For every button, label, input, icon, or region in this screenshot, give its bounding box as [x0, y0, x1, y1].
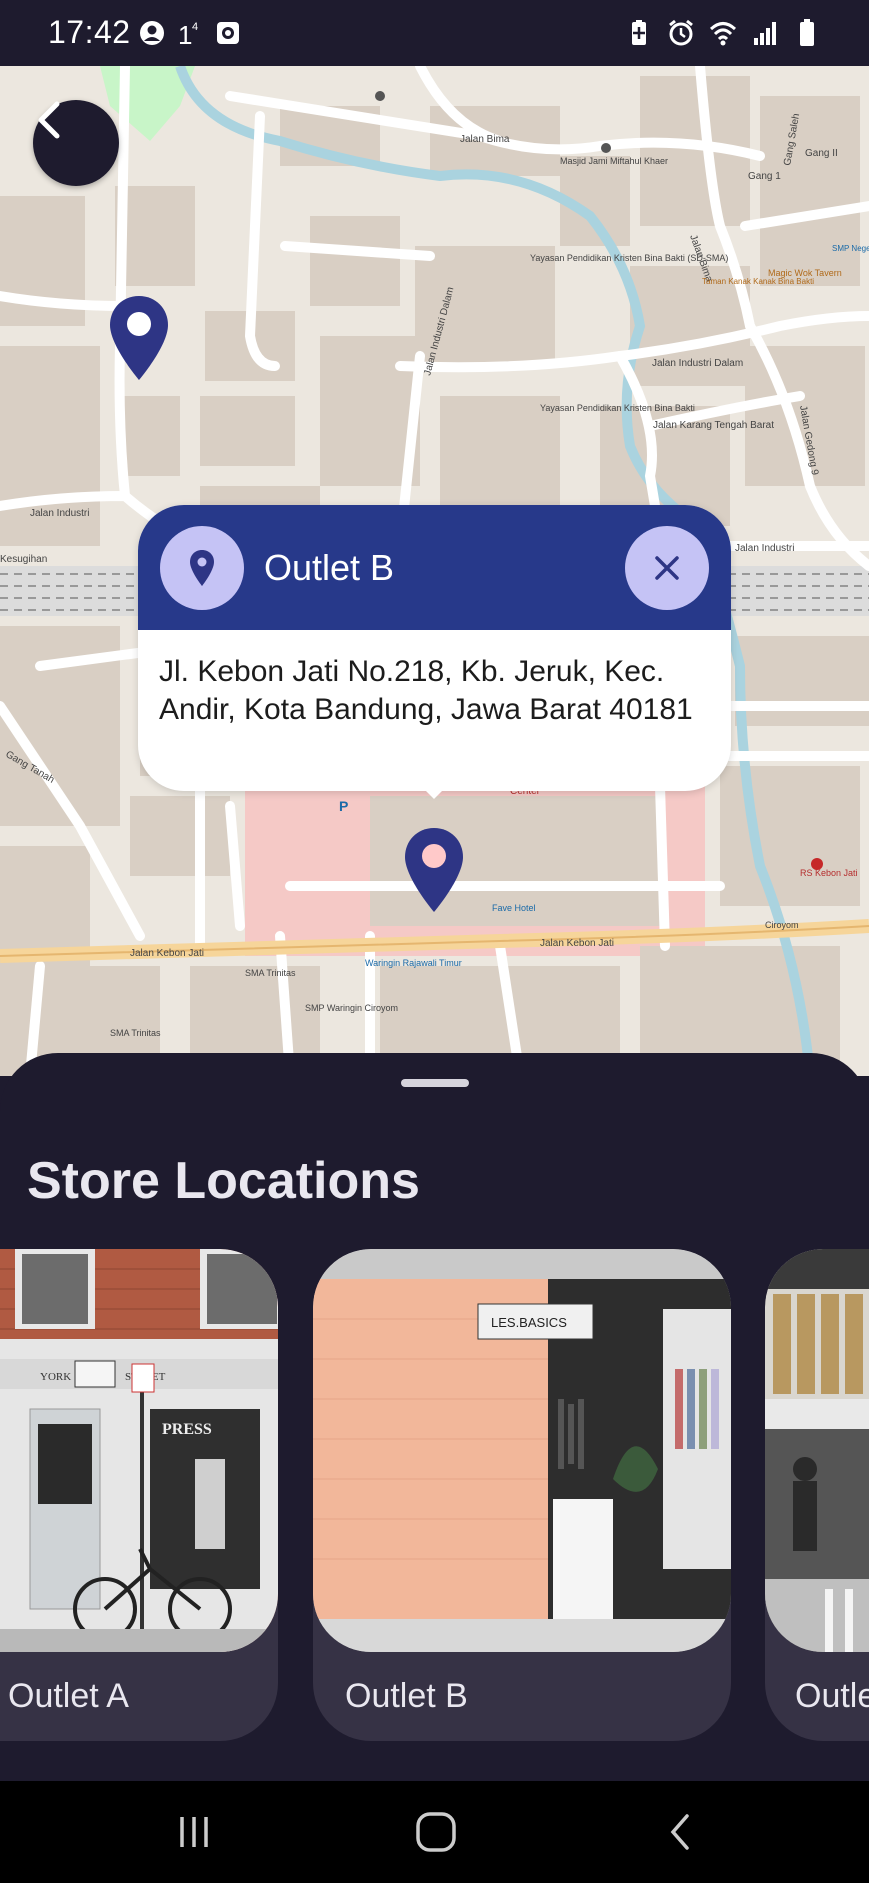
popup-title: Outlet B [264, 547, 395, 588]
map-label: Jalan Bima [460, 134, 510, 145]
map-label: SMA Trinitas [245, 968, 296, 978]
sheet-drag-handle[interactable] [401, 1079, 469, 1087]
store-photo-outlet-b: LES.BASICS [313, 1249, 731, 1652]
system-nav-bar [0, 1781, 869, 1883]
map-label: Gang II [805, 148, 838, 159]
map-label: Waringin Rajawali Timur [365, 958, 462, 968]
mosque-marker [375, 91, 385, 101]
back-arrow-icon [670, 1814, 689, 1850]
status-time: 17:42 [48, 14, 131, 50]
recent-apps-button[interactable] [164, 1807, 224, 1857]
battery-icon [800, 19, 814, 46]
map-label: Jalan Kebon Jati [130, 948, 204, 959]
map-label: SMP Waringin Ciroyom [305, 1003, 398, 1013]
storefront-sign-press: PRESS [162, 1421, 212, 1438]
store-card-label: Outlet B [345, 1677, 468, 1715]
popup-tail [420, 785, 448, 799]
battery-saver-icon [632, 20, 646, 45]
map-label: Ciroyom [765, 920, 799, 930]
screen-record-icon [217, 22, 239, 44]
signal-1-icon: 14 [178, 20, 198, 48]
sheet-title: Store Locations [27, 1152, 420, 1210]
cell-signal-icon [754, 22, 776, 45]
map-label: RS Kebon Jati [800, 868, 858, 878]
popup-header: Outlet B [138, 505, 731, 630]
map-label: Jalan Kebon Jati [540, 938, 614, 949]
svg-text:1: 1 [178, 20, 192, 48]
map-label: Jalan Industri [30, 508, 89, 519]
popup-pin-badge [160, 526, 244, 610]
home-button[interactable] [406, 1807, 466, 1857]
outlet-a-map-pin[interactable] [108, 294, 170, 382]
status-right-icons [625, 18, 821, 48]
storefront-image-c [765, 1249, 869, 1652]
home-icon [416, 1812, 456, 1852]
map-label: SMA Trinitas [110, 1028, 161, 1038]
map-label: Taman Kanak Kanak Bina Bakti [702, 277, 814, 286]
store-card-outlet-c[interactable]: Outlet C [765, 1249, 869, 1741]
storefront-image-a: YORK STREET PRESS [0, 1249, 278, 1652]
map-label: Yayasan Pendidikan Kristen Bina Bakti [540, 403, 695, 413]
map-label: Jalan Karang Tengah Barat [653, 420, 774, 431]
store-card-label: Outlet A [8, 1677, 129, 1715]
store-locations-sheet: Store Locations YORK STREET PRESS [0, 1053, 869, 1781]
wifi-icon [709, 22, 737, 46]
status-left-icons: 14 [138, 18, 242, 48]
chevron-left-icon [38, 101, 60, 139]
store-photo-outlet-c [765, 1249, 869, 1652]
back-nav-button[interactable] [650, 1807, 710, 1857]
storefront-image-b: LES.BASICS [313, 1249, 731, 1652]
status-bar: 17:42 14 [0, 0, 869, 66]
map-label: Fave Hotel [492, 903, 536, 913]
store-card-outlet-a[interactable]: YORK STREET PRESS Outlet A [0, 1249, 278, 1741]
map-label: Kesugihan [0, 554, 47, 565]
account-circle-icon [140, 21, 164, 45]
recent-apps-icon [180, 1817, 208, 1847]
location-pin-icon [190, 550, 214, 586]
storefront-sign-les-basics: LES.BASICS [491, 1315, 567, 1330]
svg-text:4: 4 [192, 21, 198, 33]
popup-close-button[interactable] [625, 526, 709, 610]
map-label: Masjid Jami Miftahul Khaer [560, 156, 668, 166]
store-card-label: Outlet C [795, 1677, 869, 1715]
store-card-outlet-b[interactable]: LES.BASICS Outlet B [313, 1249, 731, 1741]
hospital-marker [811, 858, 823, 870]
alarm-icon [669, 19, 693, 46]
map-label: Jalan Industri Dalam [652, 358, 743, 369]
map-label: Jalan Industri [735, 543, 794, 554]
popup-address: Jl. Kebon Jati No.218, Kb. Jeruk, Kec. A… [159, 655, 693, 726]
mosque-marker [601, 143, 611, 153]
parking-marker: P [339, 798, 348, 814]
map-label: SMP Negeri 1 Bandung [832, 244, 869, 253]
map-label: Gang 1 [748, 171, 781, 182]
outlet-b-map-pin[interactable] [403, 826, 465, 914]
close-icon [655, 556, 679, 580]
back-button[interactable] [33, 100, 119, 186]
storefront-sign-york: YORK [40, 1371, 71, 1383]
store-photo-outlet-a: YORK STREET PRESS [0, 1249, 278, 1652]
outlet-info-popup: Outlet B Jl. Kebon Jati No.218, Kb. Jeru… [138, 505, 731, 799]
